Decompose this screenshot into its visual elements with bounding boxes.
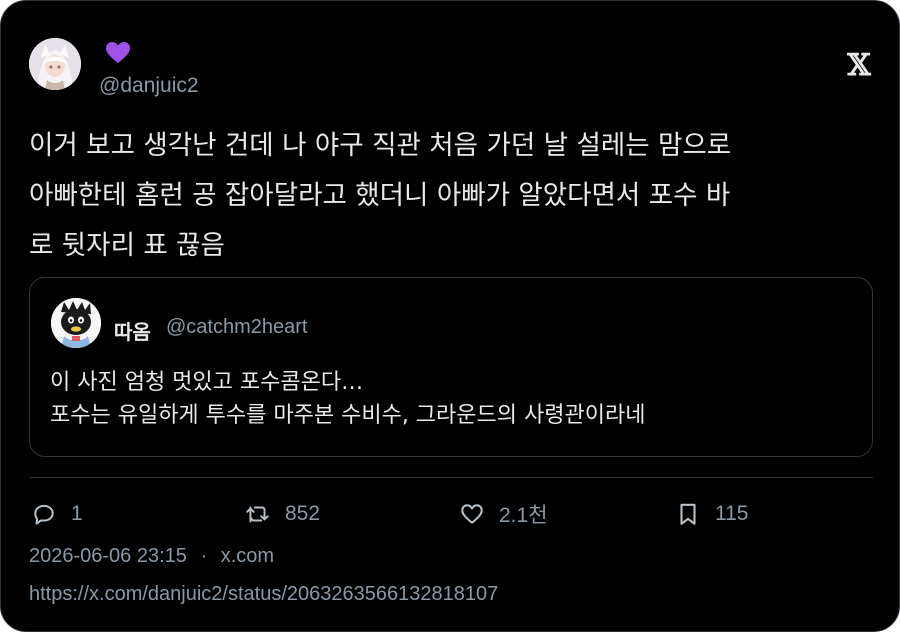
tweet-url[interactable]: https://x.com/danjuic2/status/2063263566…: [29, 583, 498, 606]
divider: [29, 477, 873, 478]
quoted-tweet-text: 이 사진 엄청 멋있고 포수콤온다… 포수는 유일하게 투수를 마주본 수비수,…: [50, 370, 646, 428]
quoted-author-avatar[interactable]: [51, 298, 101, 348]
tweet-text: 이거 보고 생각난 건데 나 야구 직관 처음 가던 날 설레는 맘으로 아빠한…: [29, 130, 732, 261]
reply-icon: [34, 504, 54, 525]
tweet-meta: 2026-06-06 23:15 · x.com: [29, 545, 274, 568]
like-count: 2.1천: [499, 504, 548, 527]
author-handle[interactable]: @danjuic2: [99, 74, 199, 98]
bookmark-button[interactable]: 115: [675, 497, 748, 531]
meta-separator: ·: [200, 545, 208, 567]
x-logo-icon[interactable]: 𝕏: [846, 51, 872, 81]
bookmark-icon: [680, 503, 696, 525]
quoted-author-name[interactable]: 따옴: [114, 316, 151, 345]
retweet-button[interactable]: 852: [245, 497, 320, 531]
heart-icon: [461, 504, 483, 524]
author-avatar[interactable]: [29, 38, 81, 90]
reply-count: 1: [71, 502, 83, 525]
bookmark-count: 115: [715, 502, 749, 525]
retweet-count: 852: [285, 502, 321, 525]
tweet-card: @danjuic2 𝕏 이거 보고 생각난 건데 나 야구 직관 처음 가던 날…: [0, 0, 900, 632]
retweet-icon: [246, 506, 269, 523]
purple-heart-icon: [105, 41, 131, 65]
quoted-tweet[interactable]: 따옴 @catchm2heart 이 사진 엄청 멋있고 포수콤온다… 포수는 …: [29, 277, 873, 457]
quoted-author-handle[interactable]: @catchm2heart: [166, 316, 307, 339]
reply-button[interactable]: 1: [31, 497, 83, 531]
like-button[interactable]: 2.1천: [459, 497, 548, 531]
timestamp[interactable]: 2026-06-06 23:15: [29, 545, 187, 567]
source-link[interactable]: x.com: [221, 545, 274, 567]
